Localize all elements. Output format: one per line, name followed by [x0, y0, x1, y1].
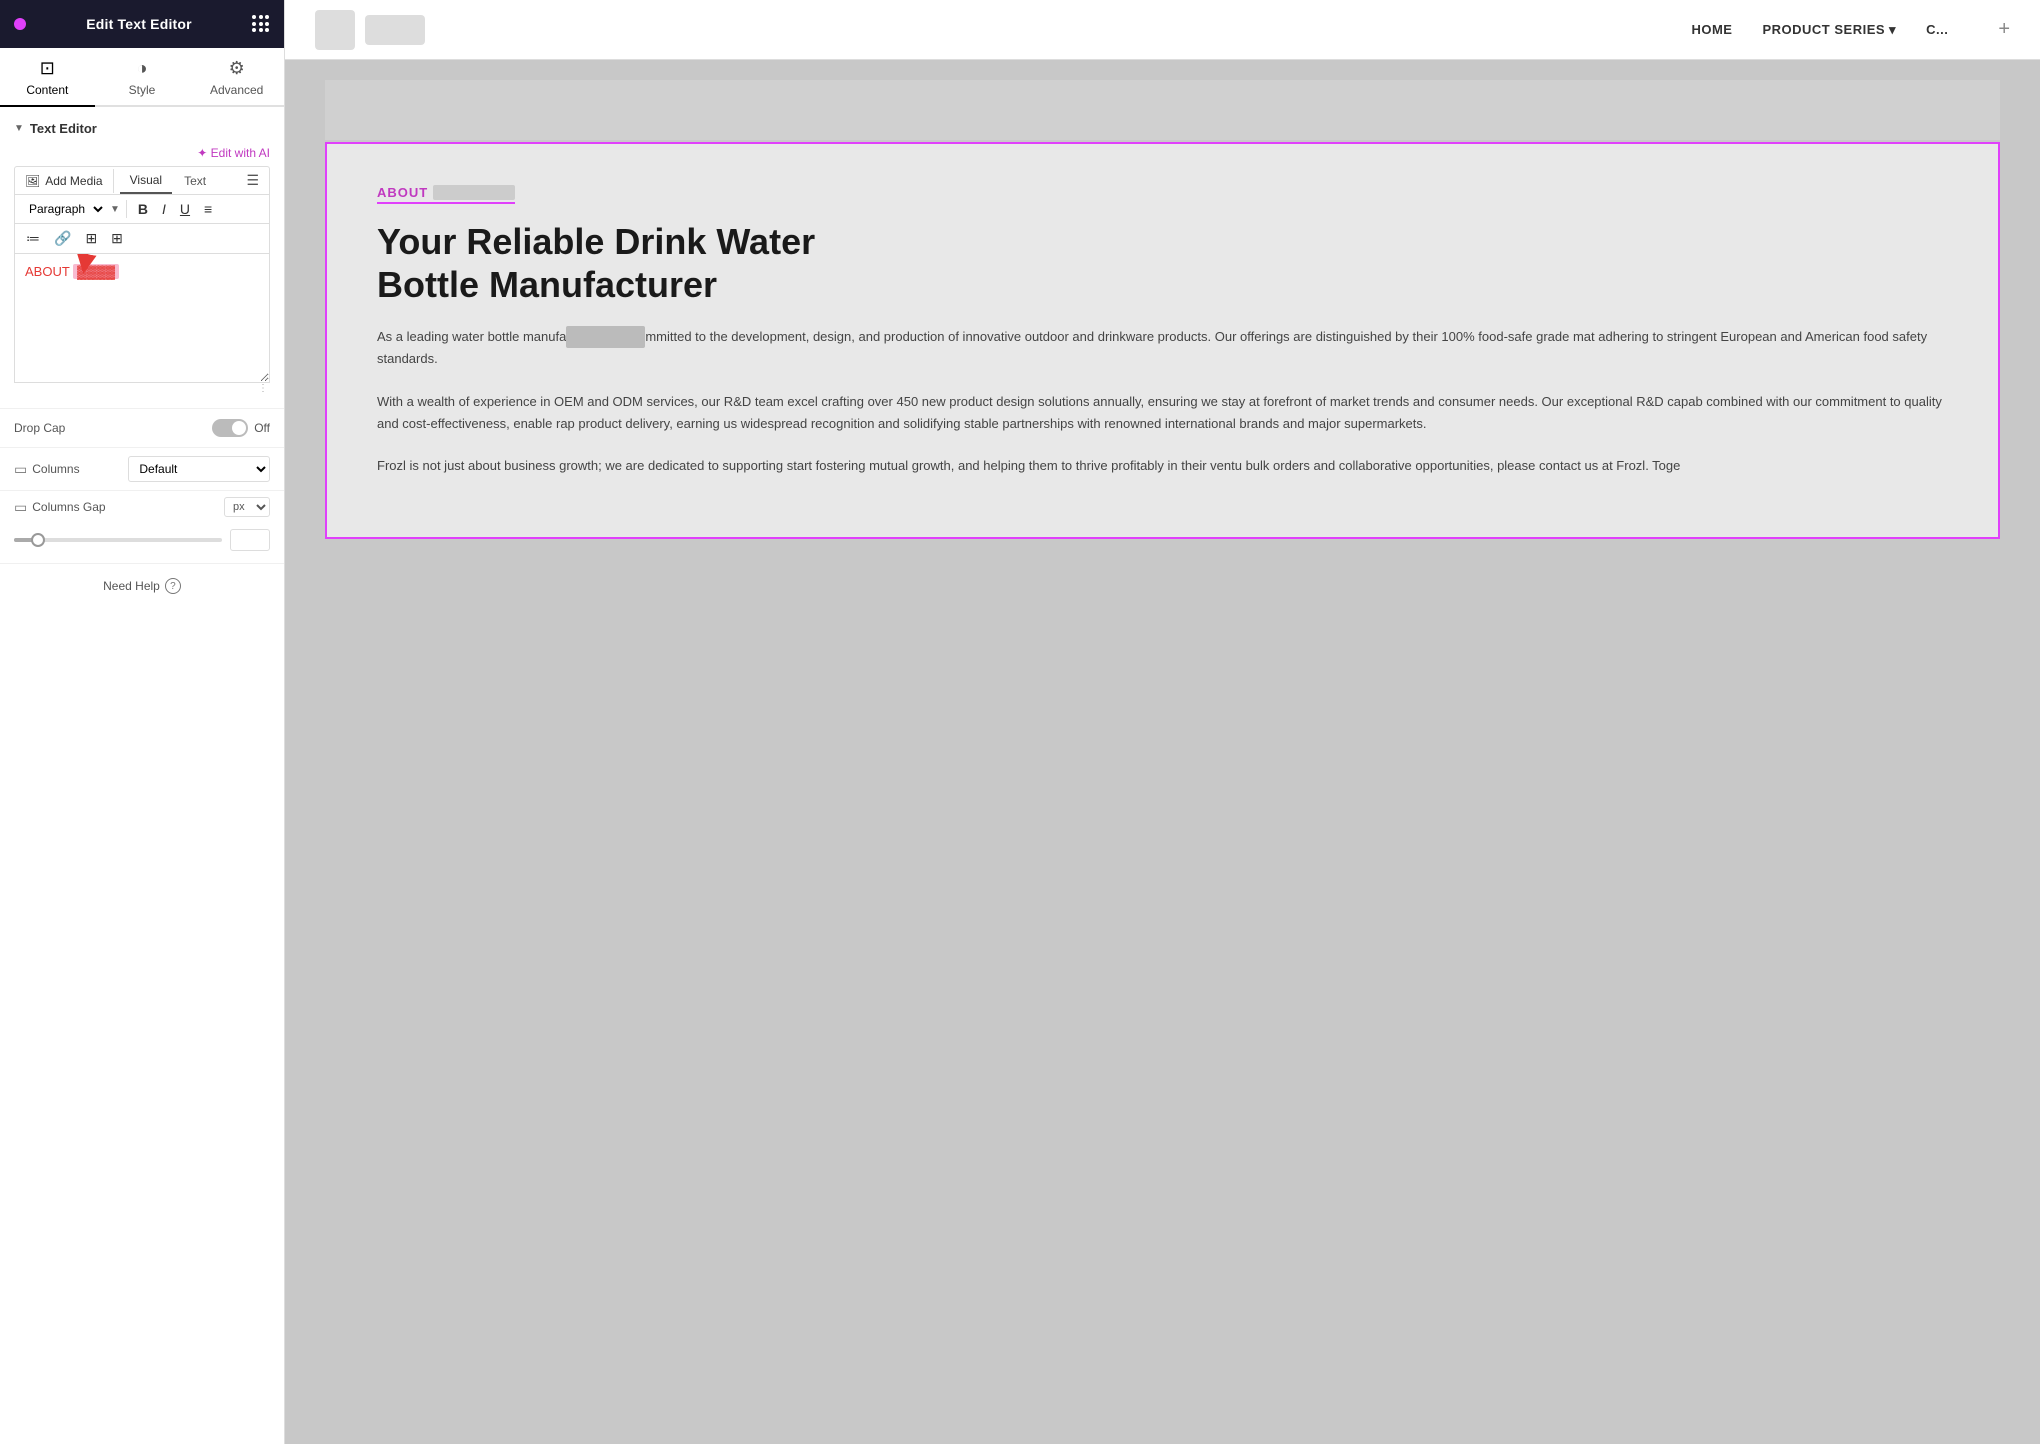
style-tab-icon: ◑: [137, 58, 148, 79]
slider-value-input[interactable]: [230, 529, 270, 551]
ai-edit-button[interactable]: ✦ Edit with AI: [197, 146, 270, 160]
add-media-icon: 🖼: [25, 174, 40, 188]
nav-more[interactable]: C...: [1926, 22, 1948, 37]
columns-gap-label-area: ▭ Columns Gap: [14, 499, 216, 516]
body-paragraph-3: Frozl is not just about business growth;…: [377, 455, 1948, 477]
main-heading: Your Reliable Drink WaterBottle Manufact…: [377, 220, 1948, 306]
tab-advanced[interactable]: ⚙ Advanced: [189, 48, 284, 107]
toggle-thumb: [232, 421, 246, 435]
fullscreen-button[interactable]: ⊞: [80, 228, 102, 249]
tab-content[interactable]: ⊡ Content: [0, 48, 95, 107]
sidebar-title: Edit Text Editor: [86, 16, 192, 32]
nav-add-icon[interactable]: +: [1998, 18, 2010, 41]
hamburger-menu-icon[interactable]: [252, 15, 270, 33]
content-tab-icon: ⊡: [40, 58, 55, 79]
about-section: ABOUT ▓▓▓▓ Your Reliable Drink WaterBott…: [325, 142, 2000, 539]
nav-brand: [365, 15, 425, 45]
drop-cap-row: Drop Cap Off: [0, 408, 284, 447]
dropdown-arrow-icon: ▼: [110, 204, 120, 215]
section-title: Text Editor: [30, 121, 97, 136]
about-blurred: ▓▓▓▓: [433, 185, 515, 200]
toolbar-tab-visual[interactable]: Visual: [120, 168, 172, 194]
nav-home[interactable]: HOME: [1691, 22, 1732, 37]
advanced-tab-icon: ⚙: [229, 58, 245, 79]
format-divider: [126, 200, 127, 218]
toolbar-tab-text[interactable]: Text: [174, 169, 216, 193]
sidebar-header: Edit Text Editor: [0, 0, 284, 48]
nav-logo: [315, 10, 355, 50]
tab-advanced-label: Advanced: [210, 83, 263, 97]
nav-dropdown-icon: ▾: [1889, 22, 1896, 38]
slider-track[interactable]: [14, 538, 222, 542]
canvas-area: ABOUT ▓▓▓▓ Your Reliable Drink WaterBott…: [285, 60, 2040, 1444]
tab-content-label: Content: [26, 83, 68, 97]
columns-label-area: ▭ Columns: [14, 461, 120, 478]
nav-logo-area: [315, 10, 425, 50]
editor-area: ✦ Edit with AI 🖼 Add Media Visual Text ☰…: [0, 146, 284, 408]
columns-gap-row: ▭ Columns Gap px em %: [0, 490, 284, 523]
table-button[interactable]: ⊞: [106, 228, 128, 249]
editor-text-content: ABOUT ▓▓▓▓: [25, 264, 119, 279]
nav-links: HOME PRODUCT SERIES ▾ C... +: [1691, 18, 2010, 41]
columns-row: ▭ Columns Default 2 3 4: [0, 447, 284, 490]
columns-select[interactable]: Default 2 3 4: [128, 456, 270, 482]
columns-gap-label: Columns Gap: [32, 500, 105, 514]
toggle-track[interactable]: [212, 419, 248, 437]
underline-button[interactable]: U: [175, 199, 195, 219]
slider-thumb[interactable]: [31, 533, 45, 547]
circle-dot-icon: [14, 18, 26, 30]
columns-icon: ▭: [14, 461, 27, 478]
unit-select[interactable]: px em %: [224, 497, 270, 517]
drop-cap-toggle[interactable]: Off: [212, 419, 270, 437]
toolbar-list-icon[interactable]: ☰: [236, 167, 269, 194]
resize-handle[interactable]: ⋮: [14, 383, 270, 394]
list-button[interactable]: ≡: [199, 199, 217, 219]
tab-style[interactable]: ◑ Style: [95, 48, 190, 107]
columns-label: Columns: [32, 462, 79, 476]
panel-tabs: ⊡ Content ◑ Style ⚙ Advanced: [0, 48, 284, 107]
help-icon[interactable]: ?: [165, 578, 181, 594]
ai-edit-row: ✦ Edit with AI: [14, 146, 270, 160]
add-media-button[interactable]: 🖼 Add Media: [15, 169, 114, 193]
about-label: ABOUT ▓▓▓▓: [377, 185, 515, 204]
ordered-list-button[interactable]: ≔: [21, 228, 45, 249]
text-editor-section-header[interactable]: ▼ Text Editor: [0, 107, 284, 146]
drop-cap-label: Drop Cap: [14, 421, 204, 435]
visual-text-tabs: Visual Text: [114, 168, 237, 194]
slider-container: [14, 529, 270, 551]
columns-gap-icon: ▭: [14, 499, 27, 516]
editor-extra-toolbar: ≔ 🔗 ⊞ ⊞: [14, 223, 270, 253]
nav-product-series[interactable]: PRODUCT SERIES ▾: [1762, 22, 1896, 38]
link-button[interactable]: 🔗: [49, 228, 76, 249]
body-paragraph-2: With a wealth of experience in OEM and O…: [377, 391, 1948, 435]
blurred-text: ▓▓▓▓: [73, 264, 119, 279]
editor-format-toolbar: Paragraph Heading 1 Heading 2 Heading 3 …: [14, 194, 270, 223]
tab-style-label: Style: [129, 83, 156, 97]
main-content: HOME PRODUCT SERIES ▾ C... + ABOUT ▓▓▓▓ …: [285, 0, 2040, 1444]
columns-gap-slider-row: [0, 523, 284, 563]
need-help-label: Need Help: [103, 579, 160, 593]
top-navigation: HOME PRODUCT SERIES ▾ C... +: [285, 0, 2040, 60]
section-collapse-icon: ▼: [14, 123, 24, 134]
sidebar-collapse-handle[interactable]: ‹: [284, 702, 285, 742]
italic-button[interactable]: I: [157, 199, 171, 219]
blurred-1: ▓▓: [566, 326, 645, 348]
add-media-label: Add Media: [45, 174, 102, 188]
bold-button[interactable]: B: [133, 199, 153, 219]
editor-content[interactable]: ABOUT ▓▓▓▓: [14, 253, 270, 383]
sidebar: Edit Text Editor ⊡ Content ◑ Style ⚙ Adv…: [0, 0, 285, 1444]
need-help-row: Need Help ?: [0, 563, 284, 608]
editor-top-toolbar: 🖼 Add Media Visual Text ☰: [14, 166, 270, 194]
paragraph-select[interactable]: Paragraph Heading 1 Heading 2 Heading 3: [21, 199, 106, 219]
toggle-state-label: Off: [254, 421, 270, 435]
body-paragraph-1: As a leading water bottle manufa▓▓mmitte…: [377, 326, 1948, 370]
page-top-section: [325, 80, 2000, 140]
